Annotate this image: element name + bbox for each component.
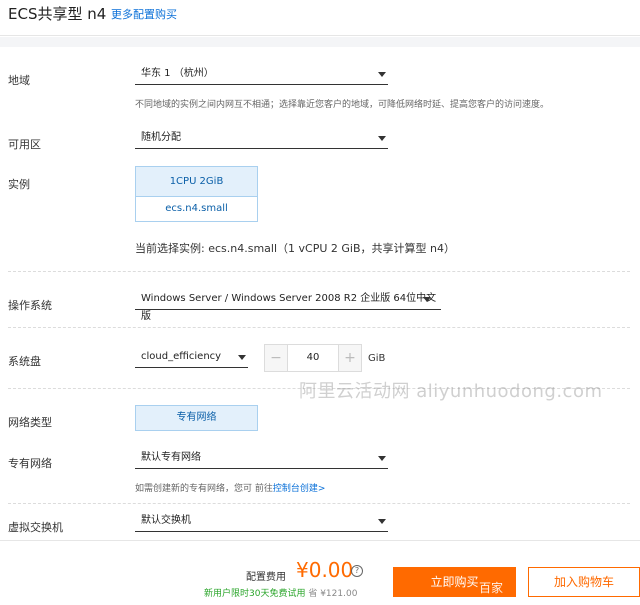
vpc-label: 专有网络	[8, 457, 52, 470]
instance-label: 实例	[8, 178, 30, 191]
os-select-value: Windows Server / Windows Server 2008 R2 …	[141, 293, 437, 322]
vpc-select-value: 默认专有网络	[141, 452, 201, 463]
section-divider	[8, 327, 630, 328]
increment-button[interactable]: +	[338, 345, 361, 371]
chevron-down-icon	[378, 136, 386, 141]
region-select[interactable]: 华东 1 （杭州）	[135, 65, 388, 85]
vpc-network-option[interactable]: 专有网络	[135, 405, 258, 431]
add-to-cart-button[interactable]: 加入购物车	[528, 567, 640, 597]
disk-size-stepper[interactable]: − 40 +	[264, 344, 362, 372]
page-title: ECS共享型 n4	[8, 5, 107, 23]
disk-type-select[interactable]: cloud_efficiency	[135, 348, 248, 368]
instance-card[interactable]: 1CPU 2GiB ecs.n4.small	[135, 166, 258, 222]
more-config-link[interactable]: 更多配置购买	[111, 6, 177, 22]
zone-select[interactable]: 随机分配	[135, 129, 388, 149]
chevron-down-icon	[238, 355, 246, 360]
vpc-hint-text: 如需创建新的专有网络，您可 前往	[135, 484, 273, 494]
region-select-value: 华东 1 （杭州）	[141, 68, 214, 79]
help-icon[interactable]: ?	[351, 565, 363, 577]
price-value: ¥0.00	[296, 558, 354, 582]
chevron-down-icon	[423, 297, 431, 302]
vpc-hint: 如需创建新的专有网络，您可 前往控制台创建>	[135, 481, 325, 494]
original-price: 省 ¥121.00	[308, 589, 357, 599]
watermark: 阿里云活动网 aliyunhuodong.com	[299, 381, 603, 402]
original-price-prefix: 省	[308, 589, 321, 599]
instance-type: ecs.n4.small	[165, 203, 228, 214]
vswitch-label: 虚拟交换机	[8, 521, 63, 534]
promo-label: 新用户限时30天免费试用	[204, 589, 306, 599]
disk-unit: GiB	[368, 353, 386, 364]
zone-label: 可用区	[8, 138, 41, 151]
original-price-value: ¥121.00	[320, 589, 358, 599]
buy-now-label: 立即购买	[430, 575, 479, 589]
order-footer: 配置费用 ¥0.00 ? 新用户限时30天免费试用 省 ¥121.00 立即购买…	[0, 540, 640, 605]
disk-size-value[interactable]: 40	[289, 345, 337, 371]
page-header: ECS共享型 n4 更多配置购买	[0, 0, 640, 36]
fee-label: 配置费用	[246, 572, 286, 583]
region-label: 地域	[8, 74, 30, 87]
chevron-down-icon	[378, 72, 386, 77]
buy-now-button[interactable]: 立即购买 百家	[393, 567, 516, 597]
header-divider-strip	[0, 37, 640, 47]
os-select[interactable]: Windows Server / Windows Server 2008 R2 …	[135, 290, 441, 322]
zone-select-value: 随机分配	[141, 132, 181, 143]
watermark-overlay: 百家	[479, 581, 504, 595]
instance-spec: 1CPU 2GiB	[136, 167, 257, 197]
network-type-label: 网络类型	[8, 416, 52, 429]
disk-type-value: cloud_efficiency	[141, 351, 222, 362]
os-label: 操作系统	[8, 299, 52, 312]
region-hint: 不同地域的实例之间内网互不相通；选择靠近您客户的地域，可降低网络时延、提高您客户…	[135, 100, 550, 110]
disk-label: 系统盘	[8, 355, 41, 368]
vswitch-select-value: 默认交换机	[141, 515, 191, 526]
decrement-button[interactable]: −	[265, 345, 288, 371]
current-instance-text: 当前选择实例: ecs.n4.small（1 vCPU 2 GiB，共享计算型 …	[135, 242, 455, 255]
section-divider	[8, 271, 630, 272]
vswitch-select[interactable]: 默认交换机	[135, 512, 388, 532]
console-create-link[interactable]: 控制台创建>	[273, 484, 326, 494]
chevron-down-icon	[378, 456, 386, 461]
promo-text: 新用户限时30天免费试用 省 ¥121.00	[204, 586, 357, 599]
chevron-down-icon	[378, 519, 386, 524]
section-divider	[8, 503, 630, 504]
vpc-select[interactable]: 默认专有网络	[135, 449, 388, 469]
